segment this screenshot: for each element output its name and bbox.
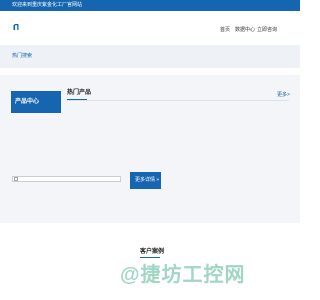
- welcome-text: 欢迎来到重庆紫金化工厂官网站: [12, 2, 83, 8]
- product-center-title[interactable]: 产品中心: [11, 91, 61, 113]
- watermark: @捷坊工控网: [120, 264, 246, 286]
- more-details-button[interactable]: 更多详情 »: [130, 172, 161, 189]
- breadcrumb[interactable]: 热门搜索: [12, 53, 32, 59]
- products-section: 产品中心 热门产品 更多> 更多详情 »: [0, 75, 300, 223]
- product-center-label: 产品中心: [15, 99, 40, 105]
- more-details-label: 更多详情 »: [135, 177, 160, 183]
- broken-image-icon: [14, 177, 18, 181]
- customer-cases-title: 客户案例: [140, 249, 165, 255]
- product-image[interactable]: [12, 176, 121, 182]
- more-link[interactable]: 更多>: [277, 92, 290, 98]
- breadcrumb-bar: 热门搜索: [0, 45, 300, 68]
- header: 首页 数据中心 立即咨询: [0, 11, 300, 45]
- title-underline: [140, 257, 160, 258]
- top-bar: 欢迎来到重庆紫金化工厂官网站: [0, 0, 300, 11]
- hot-products-title: 热门产品: [67, 90, 92, 96]
- nav-consult[interactable]: 立即咨询: [257, 27, 277, 33]
- logo-icon[interactable]: [13, 24, 19, 30]
- divider: [67, 100, 289, 101]
- nav-data-center[interactable]: 数据中心: [235, 27, 255, 33]
- nav-home[interactable]: 首页: [220, 27, 230, 33]
